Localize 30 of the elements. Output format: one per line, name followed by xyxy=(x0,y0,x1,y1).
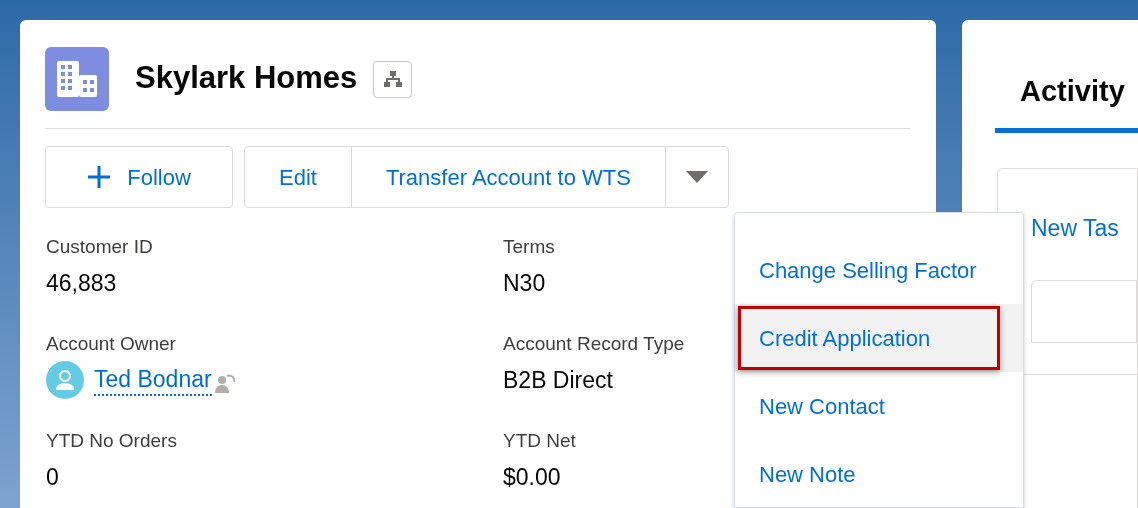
hierarchy-icon xyxy=(383,71,402,87)
caret-icon xyxy=(685,171,708,183)
activity-tab[interactable]: Activity xyxy=(995,70,1138,133)
record-title: Skylark Homes xyxy=(135,58,358,97)
field-label: Terms xyxy=(503,235,555,259)
menu-item[interactable]: Change Selling Factor xyxy=(735,236,1023,304)
field-value: $0.00 xyxy=(503,462,561,492)
hierarchy-button[interactable] xyxy=(373,60,413,98)
action-button[interactable]: Transfer Account to WTS xyxy=(351,147,666,207)
field-label: YTD No Orders xyxy=(46,429,177,453)
plus-icon xyxy=(87,165,112,189)
action-button[interactable]: Edit xyxy=(245,147,352,207)
subject-field[interactable] xyxy=(1031,280,1137,343)
follow-button[interactable]: Follow xyxy=(45,146,233,208)
field-value: 46,883 xyxy=(46,268,117,298)
building-icon xyxy=(45,47,109,111)
field-label: Customer ID xyxy=(46,235,153,259)
menu-item[interactable]: New Note xyxy=(735,440,1023,508)
owner-link[interactable]: Ted Bodnar xyxy=(94,364,212,396)
field-value: B2B Direct xyxy=(503,365,613,395)
new-task-tab[interactable]: New Tas xyxy=(1031,210,1137,245)
avatar-icon xyxy=(46,361,84,399)
field-label: Account Owner xyxy=(46,332,176,356)
field-value: 0 xyxy=(46,462,59,492)
field-label: YTD Net xyxy=(503,429,576,453)
menu-item[interactable]: New Contact xyxy=(735,372,1023,440)
menu-item[interactable]: Credit Application xyxy=(735,304,1023,372)
field-label: Account Record Type xyxy=(503,332,685,356)
field-value: N30 xyxy=(503,268,546,298)
user-icon xyxy=(213,372,236,394)
